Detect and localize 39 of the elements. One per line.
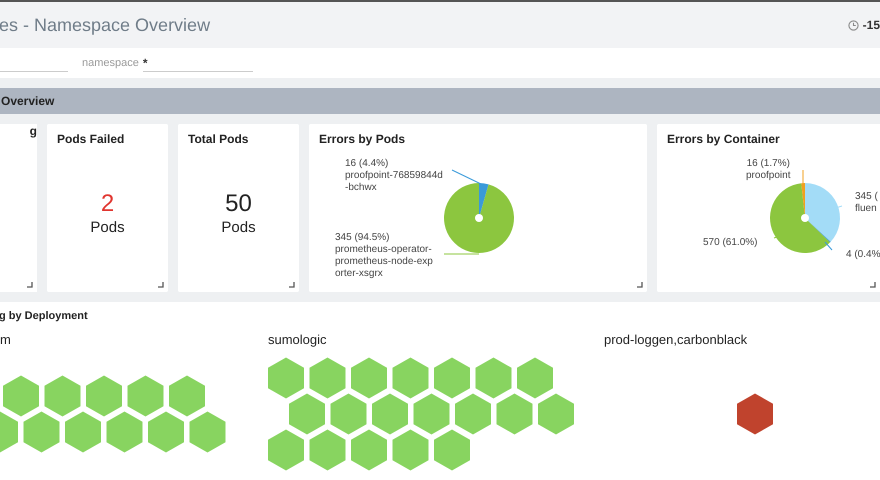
slice-name-label: proofpoint-76859844d-bchwx xyxy=(345,170,444,194)
slice-value-label: 4 (0.4% xyxy=(846,249,880,261)
leader-line xyxy=(452,170,482,184)
slice-value-label: 345 (94.5%) xyxy=(335,232,390,244)
section-title: Overview xyxy=(1,94,54,108)
resize-handle-icon[interactable] xyxy=(158,282,164,288)
slice-value-label: 16 (1.7%) xyxy=(746,158,790,170)
card-title: Total Pods xyxy=(187,131,250,146)
dashboard-title: es - Namespace Overview xyxy=(0,14,210,36)
slice-name-label: fluen xyxy=(855,203,878,215)
stat-value: 50 xyxy=(225,190,252,218)
slice-value-label: 345 ( xyxy=(855,191,878,203)
slice-value-label: 16 (4.4%) xyxy=(345,158,390,170)
deployment-name: m xyxy=(0,331,12,347)
card-title: g xyxy=(28,124,37,138)
resize-handle-icon[interactable] xyxy=(27,282,33,288)
card-title: Pods Failed xyxy=(56,131,126,146)
resize-handle-icon[interactable] xyxy=(289,282,295,288)
filter-label: namespace xyxy=(82,57,139,69)
pod-hexagon[interactable] xyxy=(737,393,773,434)
deployment-name: prod-loggen,carbonblack xyxy=(604,331,748,347)
clock-icon xyxy=(848,20,859,30)
card-title: Errors by Container xyxy=(666,131,781,146)
namespace-field[interactable]: * xyxy=(142,54,253,72)
deployment-name: sumologic xyxy=(268,331,328,347)
pie-center-dot xyxy=(801,214,809,222)
card-title: Errors by Pods xyxy=(318,131,406,146)
slice-value-label: 570 (61.0%) xyxy=(703,237,758,249)
stat-unit: Pods xyxy=(90,218,125,238)
resize-handle-icon[interactable] xyxy=(637,282,643,288)
leader-line xyxy=(824,242,832,250)
slice-name-label: prometheus-operator-prometheus-node-exporter-xsgrx xyxy=(335,244,434,280)
time-range-button[interactable]: -15 xyxy=(848,18,880,32)
stat-value: 2 xyxy=(100,190,114,218)
slice-name-label: proofpoint xyxy=(746,170,790,182)
pie-center-dot xyxy=(475,214,483,222)
resize-handle-icon[interactable] xyxy=(870,282,876,288)
stat-unit: Pods xyxy=(221,218,256,238)
leader-line xyxy=(802,170,804,184)
